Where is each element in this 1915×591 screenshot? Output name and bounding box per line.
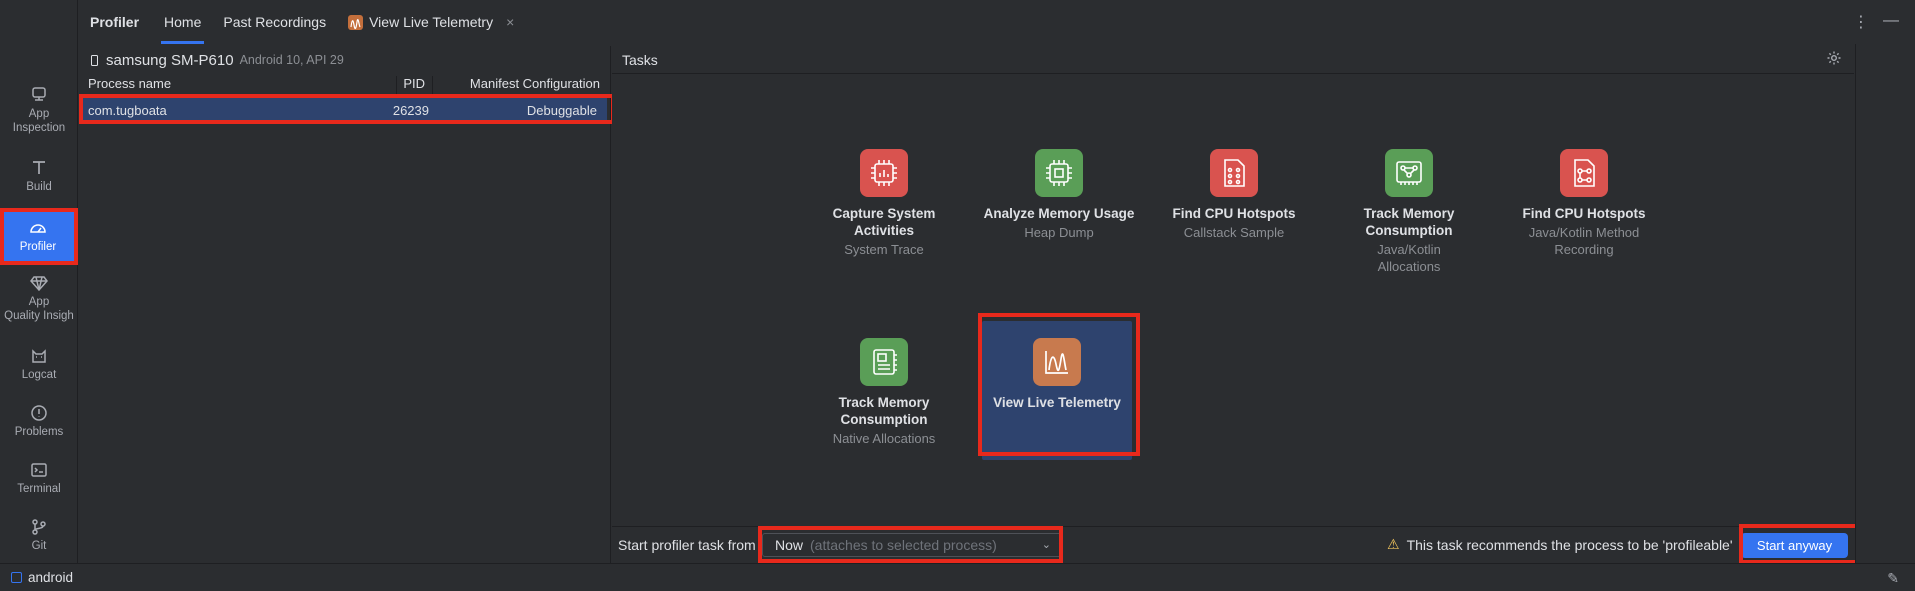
col-divider bbox=[432, 76, 433, 94]
col-manifest-config[interactable]: Manifest Configuration bbox=[470, 76, 600, 91]
start-anyway-button[interactable]: Start anyway bbox=[1741, 533, 1848, 558]
telemetry-tab-icon bbox=[348, 14, 364, 30]
tool-git[interactable]: Git bbox=[0, 518, 78, 553]
device-api: Android 10, API 29 bbox=[239, 53, 344, 67]
task-start-bar: Start profiler task from Now (attaches t… bbox=[612, 526, 1854, 563]
task-subtitle: Native Allocations bbox=[832, 431, 936, 446]
task-subtitle: Java/Kotlin Method Recording bbox=[1528, 225, 1640, 257]
profiler-header: Profiler Home Past Recordings View Live … bbox=[79, 0, 1915, 44]
tab-view-live-telemetry-label: View Live Telemetry bbox=[369, 14, 494, 30]
problems-exclamation-icon bbox=[31, 405, 47, 421]
task-find-cpu-hotspots-callstack[interactable]: Find CPU Hotspots Callstack Sample bbox=[1154, 149, 1314, 241]
warning-icon: ⚠ bbox=[1387, 536, 1400, 552]
pid-cell: 26239 bbox=[392, 102, 429, 118]
task-subtitle: Callstack Sample bbox=[1183, 225, 1285, 240]
project-icon bbox=[11, 572, 22, 583]
task-analyze-memory-usage[interactable]: Analyze Memory Usage Heap Dump bbox=[979, 149, 1139, 241]
tab-close-icon[interactable]: × bbox=[506, 14, 514, 30]
task-title: Capture System Activities bbox=[832, 206, 936, 238]
device-selector[interactable]: samsung SM-P610 Android 10, API 29 bbox=[79, 46, 610, 74]
task-subtitle: Heap Dump bbox=[1024, 225, 1094, 240]
document-tree-red-icon bbox=[1560, 149, 1608, 197]
tool-problems-label: Problems bbox=[14, 426, 64, 438]
tasks-divider bbox=[612, 73, 1854, 74]
task-track-memory-java-kotlin[interactable]: Track Memory Consumption Java/Kotlin All… bbox=[1329, 149, 1489, 275]
tool-build-label: Build bbox=[26, 181, 52, 193]
dropdown-hint: (attaches to selected process) bbox=[810, 537, 997, 553]
task-title: View Live Telemetry bbox=[993, 395, 1121, 410]
tool-window-strip: App Inspection Build Profiler App Qualit… bbox=[0, 0, 78, 563]
tasks-pane: Tasks Capture System Activities System T… bbox=[612, 44, 1854, 563]
right-tool-strip bbox=[1855, 44, 1915, 563]
task-subtitle: Java/Kotlin Allocations bbox=[1377, 242, 1441, 274]
dropdown-value: Now bbox=[775, 537, 804, 553]
tool-aqi-label: App Quality Insigh bbox=[4, 296, 74, 322]
tab-past-recordings-label: Past Recordings bbox=[223, 14, 327, 30]
app-inspection-icon bbox=[32, 87, 46, 101]
gem-icon bbox=[30, 276, 48, 292]
tool-build[interactable]: Build bbox=[0, 159, 78, 194]
terminal-icon bbox=[31, 463, 47, 477]
table-row[interactable]: com.tugboata 26239 Debuggable bbox=[83, 98, 607, 122]
profiler-gauge-icon bbox=[30, 224, 46, 233]
tool-terminal-label: Terminal bbox=[17, 483, 61, 495]
tool-logcat-label: Logcat bbox=[21, 369, 57, 381]
telemetry-wave-icon bbox=[1033, 338, 1081, 386]
device-name: samsung SM-P610 bbox=[106, 51, 234, 69]
tool-profiler-label: Profiler bbox=[19, 241, 57, 253]
logcat-cat-icon bbox=[32, 349, 46, 363]
more-options-icon[interactable]: ⋮ bbox=[1853, 12, 1869, 32]
tool-app-inspection-label: App Inspection bbox=[12, 108, 66, 134]
tab-view-live-telemetry[interactable]: View Live Telemetry × bbox=[337, 0, 525, 44]
project-name[interactable]: android bbox=[28, 570, 73, 585]
tool-profiler[interactable]: Profiler bbox=[2, 212, 74, 262]
task-find-cpu-hotspots-method-recording[interactable]: Find CPU Hotspots Java/Kotlin Method Rec… bbox=[1504, 149, 1664, 258]
task-subtitle: System Trace bbox=[844, 242, 924, 257]
task-title: Find CPU Hotspots bbox=[1522, 206, 1646, 221]
start-from-label: Start profiler task from bbox=[618, 537, 756, 553]
chip-green-icon bbox=[1035, 149, 1083, 197]
process-table-header: Process name PID Manifest Configuration bbox=[79, 74, 610, 94]
memory-green-icon bbox=[1385, 149, 1433, 197]
document-dots-red-icon bbox=[1210, 149, 1258, 197]
build-hammer-icon bbox=[33, 161, 45, 174]
col-process-name[interactable]: Process name bbox=[88, 76, 171, 91]
gear-icon[interactable] bbox=[1826, 50, 1842, 66]
tool-git-label: Git bbox=[31, 540, 47, 552]
tool-logcat[interactable]: Logcat bbox=[0, 347, 78, 382]
minimize-icon[interactable]: — bbox=[1883, 12, 1899, 32]
profileable-warning: ⚠ This task recommends the process to be… bbox=[1387, 536, 1733, 553]
git-branch-icon bbox=[32, 519, 46, 535]
tab-past-recordings[interactable]: Past Recordings bbox=[212, 0, 337, 44]
config-cell: Debuggable bbox=[526, 102, 597, 118]
tasks-title: Tasks bbox=[622, 52, 658, 68]
header-actions: ⋮ — bbox=[1853, 12, 1899, 32]
warning-text: This task recommends the process to be '… bbox=[1406, 536, 1733, 553]
tool-problems[interactable]: Problems bbox=[0, 404, 78, 439]
task-title: Find CPU Hotspots bbox=[1172, 206, 1296, 221]
tool-app-quality-insights[interactable]: App Quality Insigh bbox=[0, 274, 78, 323]
pin-icon[interactable]: ✎ bbox=[1887, 570, 1899, 587]
profiler-title: Profiler bbox=[90, 14, 140, 30]
chevron-down-icon: ⌄ bbox=[1041, 539, 1051, 551]
tool-app-inspection[interactable]: App Inspection bbox=[0, 86, 78, 135]
memory-green-icon bbox=[860, 338, 908, 386]
process-name-cell: com.tugboata bbox=[88, 102, 167, 118]
tab-home[interactable]: Home bbox=[153, 0, 212, 44]
status-bar: android ✎ bbox=[0, 563, 1915, 591]
chip-red-icon bbox=[860, 149, 908, 197]
task-view-live-telemetry[interactable]: View Live Telemetry bbox=[982, 321, 1132, 460]
col-pid[interactable]: PID bbox=[379, 76, 425, 91]
task-track-memory-native[interactable]: Track Memory Consumption Native Allocati… bbox=[804, 338, 964, 447]
process-pane: samsung SM-P610 Android 10, API 29 Proce… bbox=[79, 46, 611, 563]
task-capture-system-activities[interactable]: Capture System Activities System Trace bbox=[804, 149, 964, 258]
tool-terminal[interactable]: Terminal bbox=[0, 461, 78, 496]
tab-home-label: Home bbox=[164, 14, 202, 30]
start-from-dropdown[interactable]: Now (attaches to selected process) ⌄ bbox=[762, 533, 1062, 557]
task-title: Analyze Memory Usage bbox=[983, 206, 1135, 221]
phone-icon bbox=[91, 54, 98, 66]
task-title: Track Memory Consumption bbox=[1363, 206, 1455, 238]
task-title: Track Memory Consumption bbox=[838, 395, 930, 427]
